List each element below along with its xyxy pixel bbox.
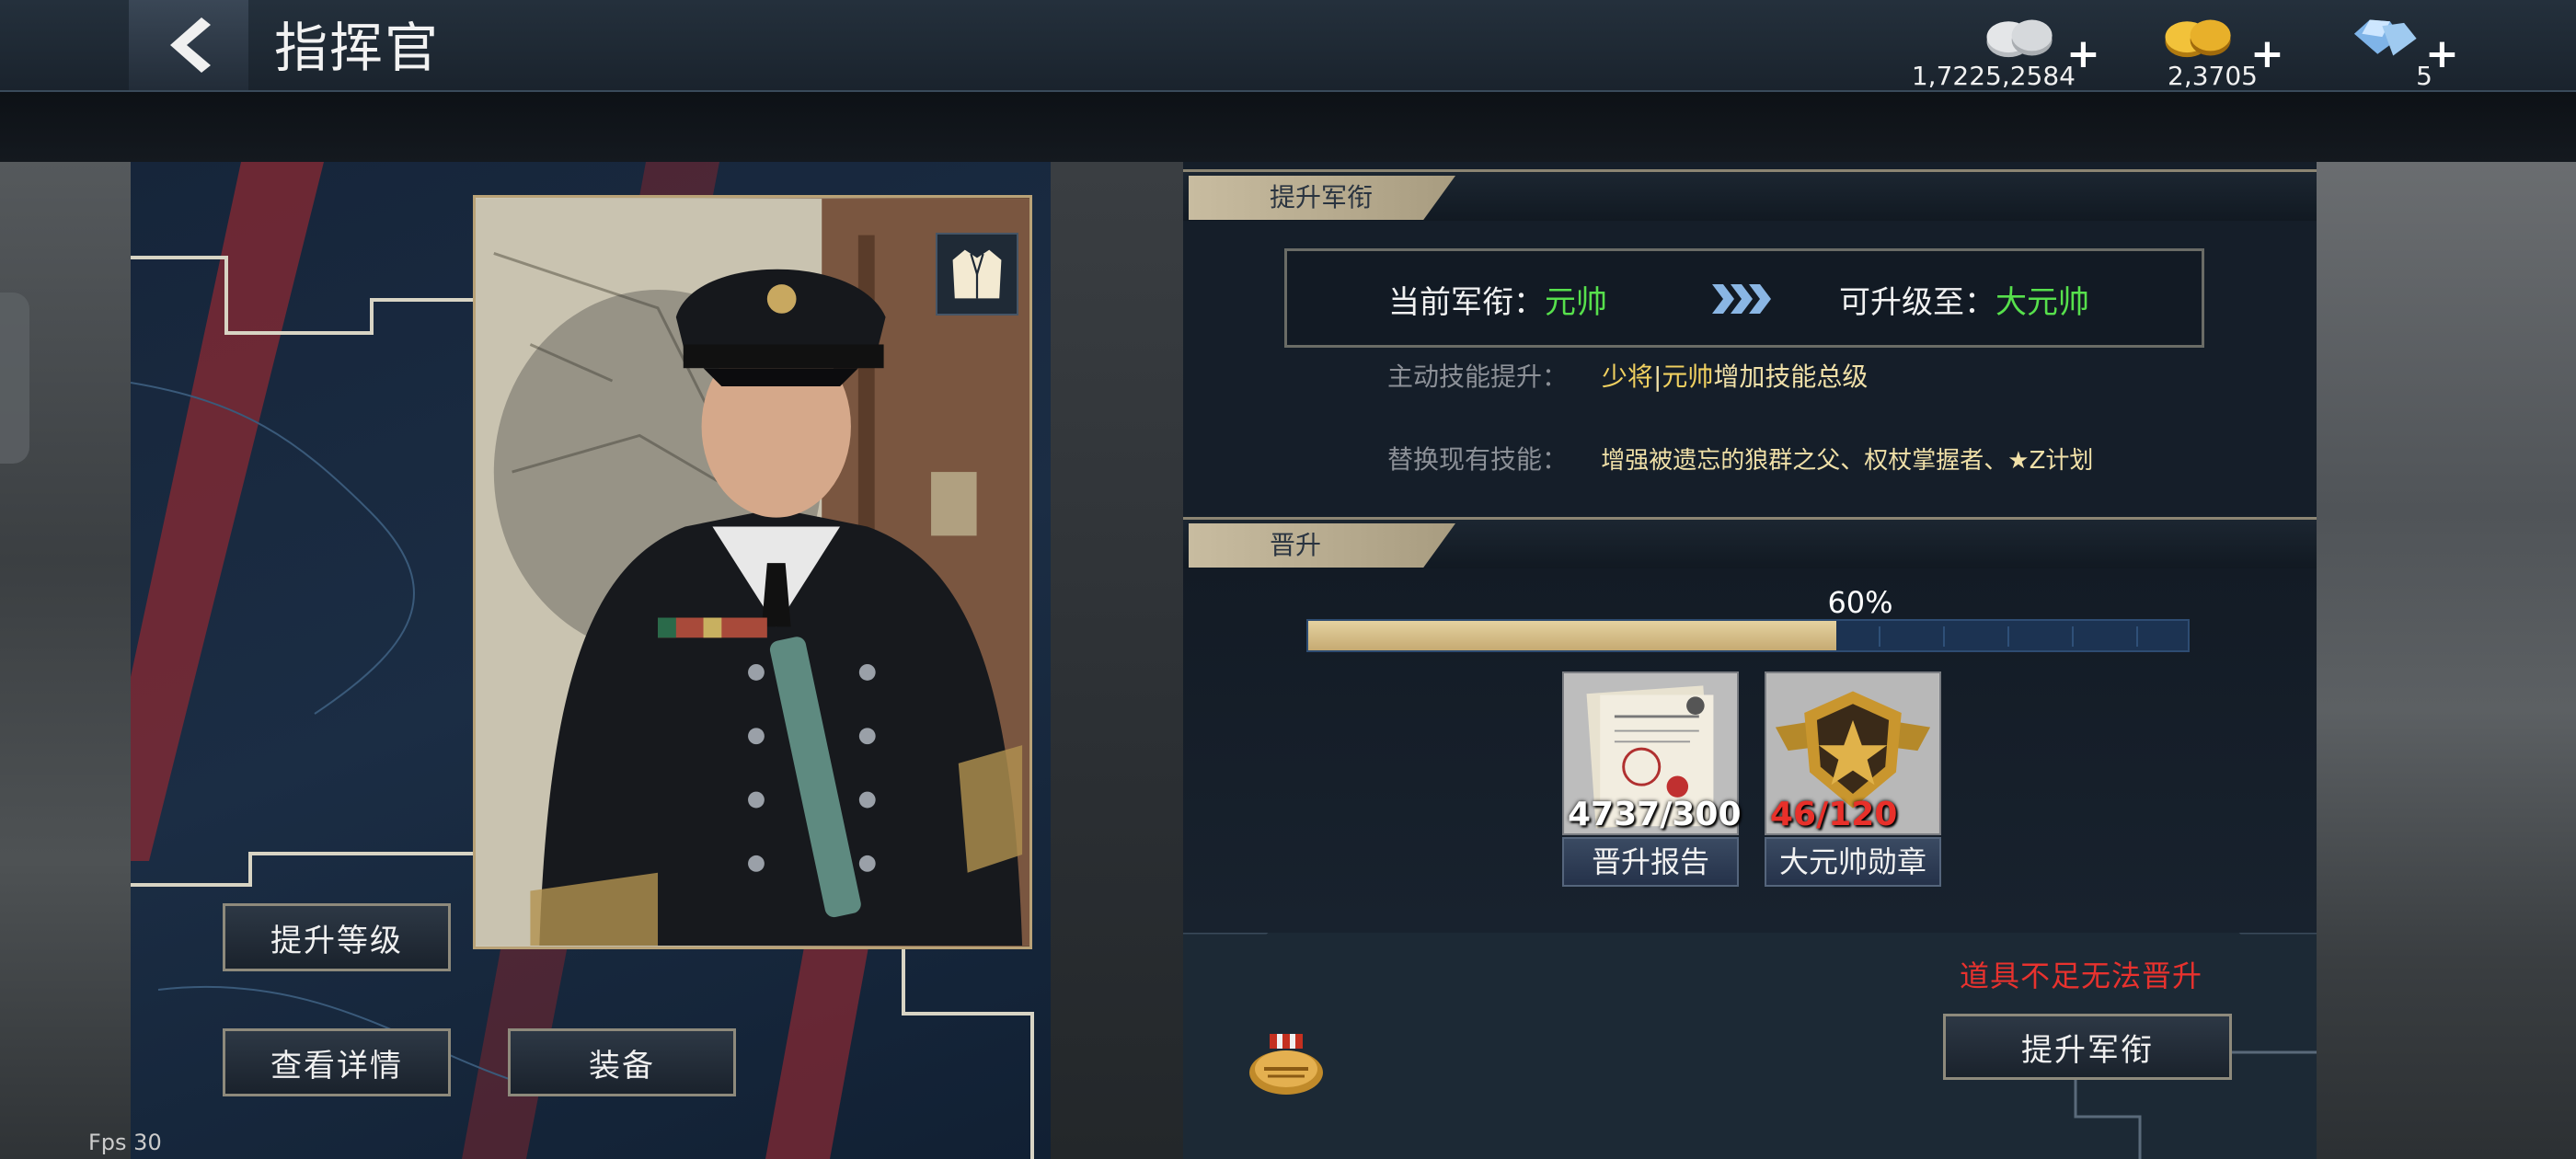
gold-coins-resource: 2,3705 + [2112,4,2333,91]
replace-skill-row: 替换现有技能： 增强被遗忘的狼群之父、权杖掌握者、★Z计划 [1387,440,2093,476]
add-silver-button[interactable]: + [2066,34,2100,75]
gold-coins-value: 2,3705 [2168,61,2258,91]
skill-boost-suffix: 增加技能总级 [1713,361,1869,392]
promotion-section-tab: 晋升 [1189,523,1455,568]
fps-counter: Fps 30 [88,1130,162,1155]
silver-coins-value: 1,7225,2584 [1911,61,2076,91]
commander-panel: 提升等级 查看详情 装备 [131,162,1051,1159]
side-drawer-handle[interactable] [0,293,29,464]
uniform-icon [952,249,1002,299]
page-title: 指挥官 [274,17,441,79]
view-details-button[interactable]: 查看详情 [223,1028,451,1096]
promotion-section-header: 晋升 [1183,517,2317,568]
current-rank-row: 当前军衔：元帅 [1388,277,1607,322]
background-right [2317,162,2576,1159]
next-rank-label: 可升级至： [1839,284,1995,321]
next-rank-value: 大元帅 [1995,284,2089,321]
diamond-resource: 5 + [2328,4,2548,91]
add-diamond-button[interactable]: + [2425,34,2459,75]
promotion-progress-bar [1306,619,2190,652]
background-middle [1051,162,1183,1159]
next-rank-row: 可升级至：大元帅 [1839,277,2089,322]
equipment-button[interactable]: 装备 [508,1028,736,1096]
back-button[interactable] [129,0,248,90]
progress-tick [1879,626,1880,647]
progress-tick [2007,626,2009,647]
skill-boost-rank-a: 少将 [1601,361,1653,392]
commander-portrait [473,195,1032,949]
rank-panel: 提升军衔 当前军衔：元帅 可升级至：大元帅 主动技能提升： 少将|元帅增加技能总… [1183,162,2317,1159]
current-rank-value: 元帅 [1545,284,1607,321]
promotion-report-count: 4737/300 [1568,796,1742,833]
rank-comparison-box: 当前军衔：元帅 可升级至：大元帅 [1284,248,2204,348]
promotion-progress-fill [1308,621,1836,650]
skill-boost-rank-b: 元帅 [1662,361,1714,392]
promote-rank-button[interactable]: 提升军衔 [1943,1014,2232,1080]
chevron-left-icon [170,17,211,73]
replace-skill-label: 替换现有技能： [1387,444,1569,475]
top-bar-shadow [0,92,2576,162]
progress-tick [2136,626,2138,647]
grand-marshal-medal-item[interactable]: 46/120 [1765,671,1941,835]
progress-tick [1943,626,1945,647]
current-rank-label: 当前军衔： [1388,284,1545,321]
silver-coins-resource: 1,7225,2584 + [1871,4,2100,91]
skill-boost-label: 主动技能提升： [1387,361,1569,392]
upgrade-level-button[interactable]: 提升等级 [223,903,451,971]
insufficient-items-warning: 道具不足无法晋升 [1960,958,2203,993]
skill-boost-separator: | [1652,361,1662,392]
promotion-report-item[interactable]: 4737/300 [1562,671,1742,835]
add-gold-button[interactable]: + [2250,34,2284,75]
rank-section-header: 提升军衔 [1183,169,2317,221]
uniform-button[interactable] [936,233,1018,316]
replace-skill-value: 增强被遗忘的狼群之父、权杖掌握者、★Z计划 [1601,447,2094,475]
skill-boost-row: 主动技能提升： 少将|元帅增加技能总级 [1387,357,1868,394]
grand-marshal-medal-name: 大元帅勋章 [1765,837,1941,887]
rank-section-tab: 提升军衔 [1189,176,1455,220]
medal-icon[interactable] [1242,1032,1330,1098]
progress-tick [2072,626,2074,647]
triple-chevron-right-icon [1712,284,1771,314]
grand-marshal-medal-count: 46/120 [1770,796,1898,833]
promotion-report-name: 晋升报告 [1562,837,1739,887]
promotion-progress-label: 60% [1827,585,1893,620]
